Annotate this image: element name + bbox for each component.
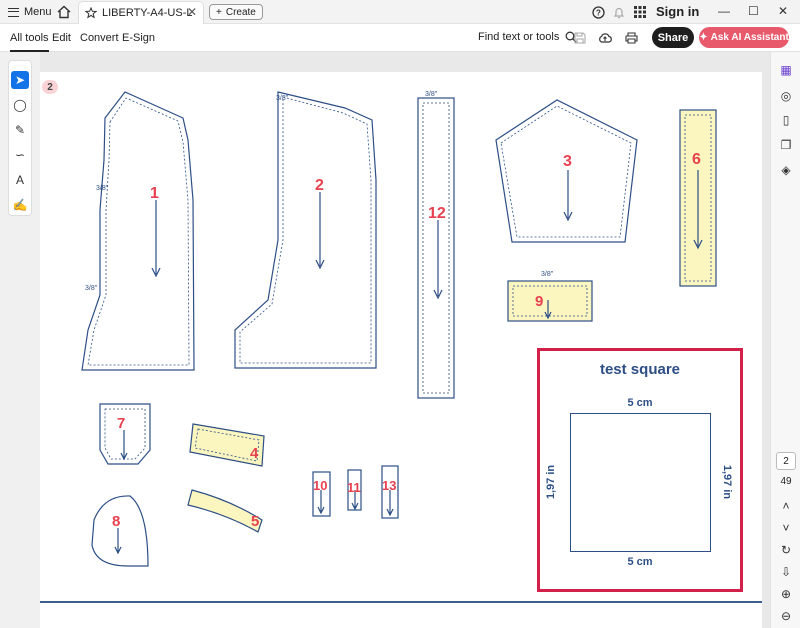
piece-label-9: 9 bbox=[535, 293, 543, 310]
piece-label-11: 11 bbox=[347, 480, 361, 495]
test-square-box bbox=[570, 413, 711, 552]
pattern-piece-8 bbox=[91, 495, 149, 567]
pattern-piece-1 bbox=[81, 91, 195, 371]
piece-label-6: 6 bbox=[692, 151, 701, 168]
pattern-piece-3 bbox=[495, 99, 638, 243]
test-square-left-label: 1,97 in bbox=[545, 464, 557, 500]
piece-label-7: 7 bbox=[117, 415, 125, 432]
piece-label-12: 12 bbox=[428, 205, 446, 222]
piece-label-3: 3 bbox=[563, 153, 572, 170]
piece-label-8: 8 bbox=[112, 513, 120, 530]
piece-label-4: 4 bbox=[250, 445, 259, 462]
seam-allowance-label: 3/8" bbox=[425, 91, 438, 98]
test-square-right-label: 1,97 in bbox=[721, 464, 733, 500]
seam-allowance-label: 3/8" bbox=[96, 185, 109, 192]
piece-label-10: 10 bbox=[313, 478, 327, 493]
seam-allowance-label: 3/8" bbox=[276, 95, 289, 102]
test-square-top-label: 5 cm bbox=[627, 397, 653, 409]
page-footer-rule bbox=[40, 601, 762, 603]
test-square-title: test square bbox=[599, 361, 681, 378]
test-square-bottom-label: 5 cm bbox=[627, 556, 653, 568]
piece-label-1: 1 bbox=[150, 185, 159, 202]
piece-label-2: 2 bbox=[315, 177, 324, 194]
test-square-frame: test square 5 cm 1,97 in 1,97 in 5 cm bbox=[537, 348, 743, 592]
seam-allowance-label: 3/8" bbox=[85, 285, 98, 292]
pattern-piece-7 bbox=[99, 403, 151, 465]
pattern-piece-2 bbox=[234, 91, 377, 369]
piece-label-5: 5 bbox=[251, 513, 259, 530]
seam-allowance-label: 3/8" bbox=[541, 271, 554, 278]
piece-label-13: 13 bbox=[382, 478, 396, 493]
